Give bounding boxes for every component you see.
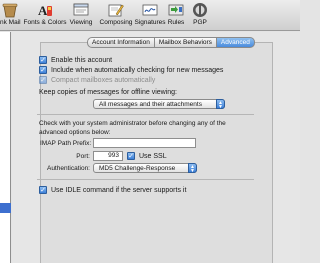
- port-label: Port:: [76, 153, 90, 160]
- port-field[interactable]: 993: [93, 151, 123, 161]
- keep-copies-label: Keep copies of messages for offline view…: [39, 89, 178, 96]
- toolbar-junk-mail[interactable]: nk Mail: [0, 2, 21, 30]
- tab-account-information[interactable]: Account Information: [87, 37, 155, 48]
- authentication-value: MD5 Challenge-Response: [99, 165, 176, 172]
- compact-mailboxes-label: Compact mailboxes automatically: [51, 76, 156, 84]
- fonts-colors-icon: A: [38, 3, 52, 18]
- svg-text:A: A: [38, 3, 48, 18]
- idle-checkbox[interactable]: [39, 186, 47, 194]
- rules-icon: [168, 4, 184, 16]
- use-ssl-label: Use SSL: [139, 152, 167, 160]
- admin-note: Check with your system administrator bef…: [39, 120, 226, 136]
- toolbar-viewing[interactable]: Viewing: [69, 2, 93, 30]
- toolbar-fonts-colors[interactable]: A Fonts & Colors: [24, 2, 67, 30]
- toolbar-label: nk Mail: [0, 19, 21, 26]
- tab-mailbox-behaviors[interactable]: Mailbox Behaviors: [154, 37, 217, 48]
- compact-mailboxes-row: Compact mailboxes automatically: [39, 76, 155, 84]
- idle-label: Use IDLE command if the server supports …: [51, 186, 187, 194]
- enable-account-checkbox[interactable]: [39, 56, 47, 64]
- imap-prefix-label: IMAP Path Prefix:: [40, 140, 92, 147]
- composing-icon: [108, 4, 124, 17]
- junk-mail-icon: [2, 3, 18, 18]
- viewing-icon: [73, 3, 89, 16]
- toolbar-pgp[interactable]: PGP: [192, 2, 208, 30]
- imap-prefix-field[interactable]: [93, 138, 196, 148]
- popup-arrows-icon: ▲ ▼: [188, 163, 197, 174]
- section-divider: [37, 114, 254, 115]
- idle-row[interactable]: Use IDLE command if the server supports …: [39, 186, 186, 194]
- use-ssl-row[interactable]: Use SSL: [127, 152, 167, 160]
- account-tabs: Account Information Mailbox Behaviors Ad…: [87, 37, 255, 48]
- pgp-icon: [193, 3, 207, 17]
- preferences-toolbar: nk Mail A Fonts & Colors Viewing Composi…: [0, 0, 300, 31]
- signatures-icon: [142, 4, 158, 16]
- enable-account-label: Enable this account: [51, 56, 113, 64]
- accounts-list-selected-row[interactable]: [0, 203, 11, 213]
- use-ssl-checkbox[interactable]: [127, 152, 135, 160]
- toolbar-label: PGP: [193, 19, 207, 26]
- compact-mailboxes-checkbox: [39, 76, 47, 84]
- keep-copies-value: All messages and their attachments: [99, 101, 202, 108]
- popup-arrows-icon: ▲ ▼: [216, 99, 225, 110]
- keep-copies-popup[interactable]: All messages and their attachments ▲ ▼: [93, 99, 225, 110]
- authentication-popup[interactable]: MD5 Challenge-Response ▲ ▼: [93, 163, 197, 174]
- authentication-label: Authentication:: [46, 165, 90, 172]
- tab-advanced[interactable]: Advanced: [216, 37, 255, 48]
- section-divider: [37, 179, 254, 180]
- accounts-list[interactable]: [0, 32, 11, 263]
- include-checking-row[interactable]: Include when automatically checking for …: [39, 66, 223, 74]
- include-checking-checkbox[interactable]: [39, 66, 47, 74]
- enable-account-row[interactable]: Enable this account: [39, 56, 112, 64]
- include-checking-label: Include when automatically checking for …: [51, 66, 224, 74]
